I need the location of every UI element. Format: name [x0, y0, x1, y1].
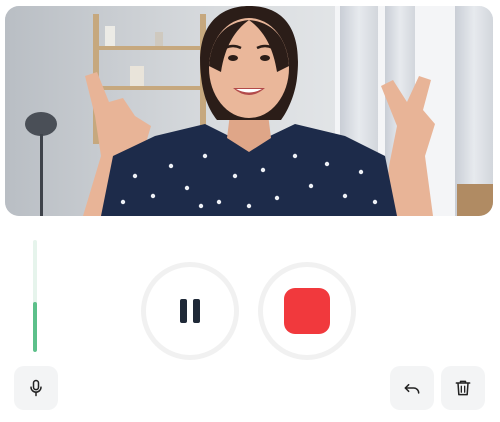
camera-preview	[5, 6, 493, 216]
delete-button[interactable]	[441, 366, 485, 410]
camera-preview-image	[5, 6, 493, 216]
stop-recording-button[interactable]	[258, 262, 356, 360]
mic-level-meter	[33, 240, 37, 352]
microphone-icon	[30, 379, 42, 397]
stop-record-icon	[284, 288, 330, 334]
undo-button[interactable]	[390, 366, 434, 410]
trash-icon	[455, 380, 471, 396]
pause-button[interactable]	[141, 262, 239, 360]
mic-level-fill	[33, 301, 37, 352]
microphone-button[interactable]	[14, 366, 58, 410]
undo-icon	[404, 383, 420, 394]
pause-icon	[180, 299, 200, 323]
video-recorder	[0, 0, 500, 422]
